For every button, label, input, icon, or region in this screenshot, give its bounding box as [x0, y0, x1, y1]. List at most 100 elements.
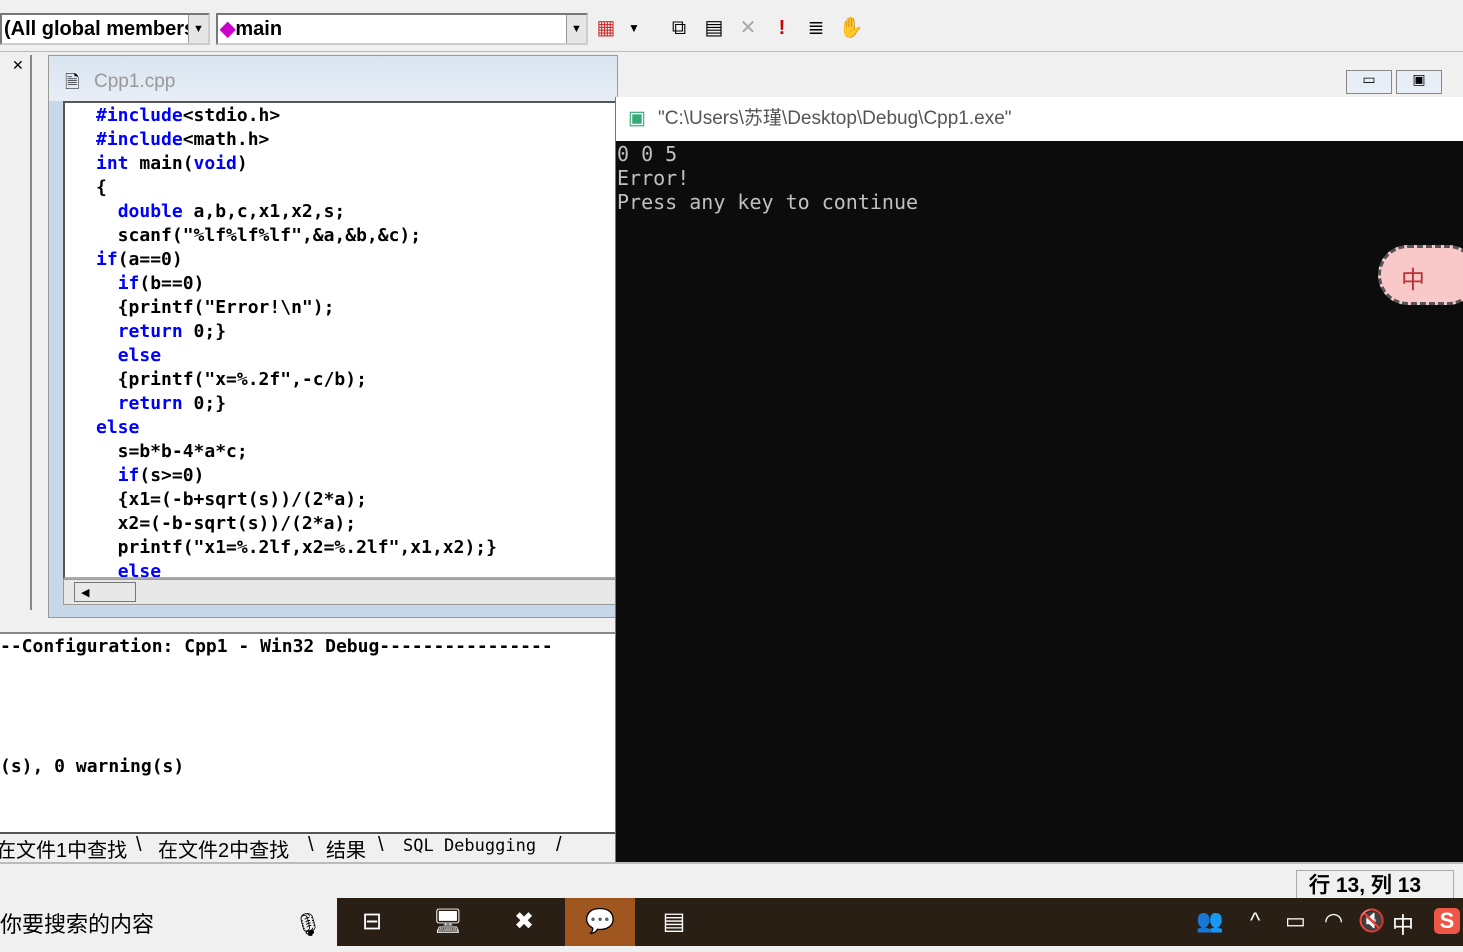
task-view-icon[interactable]: ⊟ [337, 898, 407, 946]
code-line: return 0;} [96, 321, 226, 342]
compile-icon[interactable]: ⧉ [665, 14, 693, 42]
output-line: --Configuration: Cpp1 - Win32 Debug-----… [0, 636, 553, 657]
code-line: else [96, 345, 161, 366]
search-placeholder: 你要搜索的内容 [0, 912, 155, 937]
code-text: (s>=0) [139, 465, 205, 486]
code-line: if(b==0) [96, 273, 205, 294]
scope-value: (All global members [4, 18, 196, 40]
code-text: { [96, 177, 107, 198]
code-text: (b==0) [139, 273, 205, 294]
console-titlebar: ▣ "C:\Users\苏瑾\Desktop\Debug\Cpp1.exe" [616, 97, 1463, 141]
code-text: 0;} [182, 393, 227, 414]
cursor-position: 行 13, 列 13 [1296, 870, 1454, 900]
maximize-button[interactable]: ▣ [1396, 70, 1442, 94]
code-text: scanf("%lf%lf%lf",&a,&b,&c); [96, 225, 422, 246]
code-text: (a==0) [117, 249, 183, 270]
colorful-app-icon[interactable]: ✖ [489, 898, 559, 946]
keyword: if [117, 465, 140, 486]
tab-find-in-files-1[interactable]: 在文件1中查找 [0, 834, 127, 863]
tab-results[interactable]: 结果 [326, 834, 366, 863]
ime-widget[interactable]: 中 [1378, 245, 1463, 305]
code-text: printf("x1=%.2lf,x2=%.2lf",x1,x2);} [96, 537, 497, 558]
console-line: 0 0 5 [617, 142, 678, 166]
tab-find-in-files-2[interactable]: 在文件2中查找 [158, 834, 289, 863]
hand-icon[interactable]: ✋ [837, 14, 865, 42]
editor-titlebar: 🗎 Cpp1.cpp [49, 56, 617, 101]
search-box[interactable]: 你要搜索的内容 🎙 [0, 898, 337, 946]
output-line: (s), 0 warning(s) [0, 756, 185, 777]
output-tabs: 在文件1中查找 \ 在文件2中查找 \ 结果 \ SQL Debugging / [0, 832, 615, 863]
code-line: s=b*b-4*a*c; [96, 441, 248, 462]
code-line: #include<stdio.h> [96, 105, 280, 126]
tray-ime[interactable]: 中 [1392, 908, 1414, 940]
code-line: else [96, 561, 162, 579]
wizard-icon[interactable]: ▦ [592, 14, 620, 42]
volume-muted-icon[interactable]: 🔇 [1358, 908, 1385, 934]
sogou-icon[interactable]: S [1434, 908, 1460, 934]
editor-window: 🗎 Cpp1.cpp #include<stdio.h> #include<mat… [48, 55, 623, 618]
code-line: printf("x1=%.2lf,x2=%.2lf",x1,x2);} [96, 537, 497, 558]
wifi-icon[interactable]: ◠ [1324, 908, 1343, 934]
code-text: x2=(-b-sqrt(s))/(2*a); [96, 513, 357, 534]
wizard-dropdown-icon[interactable]: ▼ [620, 14, 648, 42]
close-icon[interactable]: ✕ [12, 57, 24, 74]
code-line: if(s>=0) [96, 465, 205, 486]
code-text: s=b*b-4*a*c; [96, 441, 248, 462]
window-app-icon[interactable]: ▤ [639, 898, 709, 946]
keyword: double [117, 201, 183, 222]
console-window[interactable]: ▣ "C:\Users\苏瑾\Desktop\Debug\Cpp1.exe" 0… [615, 97, 1463, 862]
keyword: else [117, 345, 162, 366]
console-line: Error! [617, 166, 690, 190]
code-text: a,b,c,x1,x2,s; [182, 201, 346, 222]
execute-icon[interactable]: ! [768, 14, 796, 42]
code-text: {printf("x=%.2f",-c/b); [96, 369, 367, 390]
code-line: {x1=(-b+sqrt(s))/(2*a); [96, 489, 367, 510]
code-editor[interactable]: #include<stdio.h> #include<math.h> int mai… [63, 101, 623, 579]
code-text: 0;} [182, 321, 227, 342]
code-line: return 0;} [96, 393, 226, 414]
code-line: int main(void) [96, 153, 248, 174]
code-text: {printf("Error!\n"); [96, 297, 335, 318]
code-text: {x1=(-b+sqrt(s))/(2*a); [96, 489, 367, 510]
minimize-button[interactable]: ▭ [1346, 70, 1392, 94]
people-icon[interactable]: 👥 [1196, 908, 1223, 934]
code-text: main( [128, 153, 194, 174]
code-line: { [96, 177, 107, 198]
code-line: {printf("x=%.2f",-c/b); [96, 369, 367, 390]
function-combo[interactable]: ◆main ▼ [216, 13, 588, 45]
function-value: main [235, 18, 283, 40]
editor-title: Cpp1.cpp [94, 71, 176, 92]
microphone-icon[interactable]: 🎙 [294, 898, 322, 952]
tab-sql-debugging[interactable]: SQL Debugging [403, 836, 536, 856]
ime-label: 中 [1401, 267, 1425, 294]
function-icon: ◆ [220, 18, 236, 40]
output-pane: --Configuration: Cpp1 - Win32 Debug-----… [0, 632, 615, 832]
breakpoint-list-icon[interactable]: ≣ [802, 14, 830, 42]
chevron-down-icon[interactable]: ▼ [566, 15, 586, 43]
keyword: else [117, 561, 162, 579]
battery-icon[interactable]: ▭ [1285, 908, 1306, 934]
build-icon[interactable]: ▤ [700, 14, 728, 42]
code-text: ) [236, 153, 248, 174]
keyword: int [96, 153, 129, 174]
chevron-down-icon[interactable]: ▼ [188, 15, 208, 43]
code-line: {printf("Error!\n"); [96, 297, 335, 318]
vc-app-icon[interactable]: 🖥 [413, 898, 483, 946]
scroll-left-button[interactable]: ◀ [74, 582, 136, 602]
status-bar: 行 13, 列 13 [0, 862, 1463, 900]
code-line: if(a==0) [96, 249, 183, 270]
wechat-icon[interactable]: 💬 [565, 898, 635, 946]
horizontal-scrollbar[interactable]: ◀ [63, 579, 623, 605]
taskbar: 你要搜索的内容 🎙 ⊟ 🖥 ✖ 💬 ▤ 👥 ^ ▭ ◠ 🔇 中 S [0, 898, 1463, 946]
code-line: double a,b,c,x1,x2,s; [96, 201, 346, 222]
code-line: x2=(-b-sqrt(s))/(2*a); [96, 513, 356, 534]
chevron-up-icon[interactable]: ^ [1250, 908, 1260, 934]
scope-combo[interactable]: (All global members ▼ [0, 13, 210, 45]
stop-build-icon[interactable]: ✕ [734, 14, 762, 42]
console-title: "C:\Users\苏瑾\Desktop\Debug\Cpp1.exe" [658, 108, 1012, 129]
